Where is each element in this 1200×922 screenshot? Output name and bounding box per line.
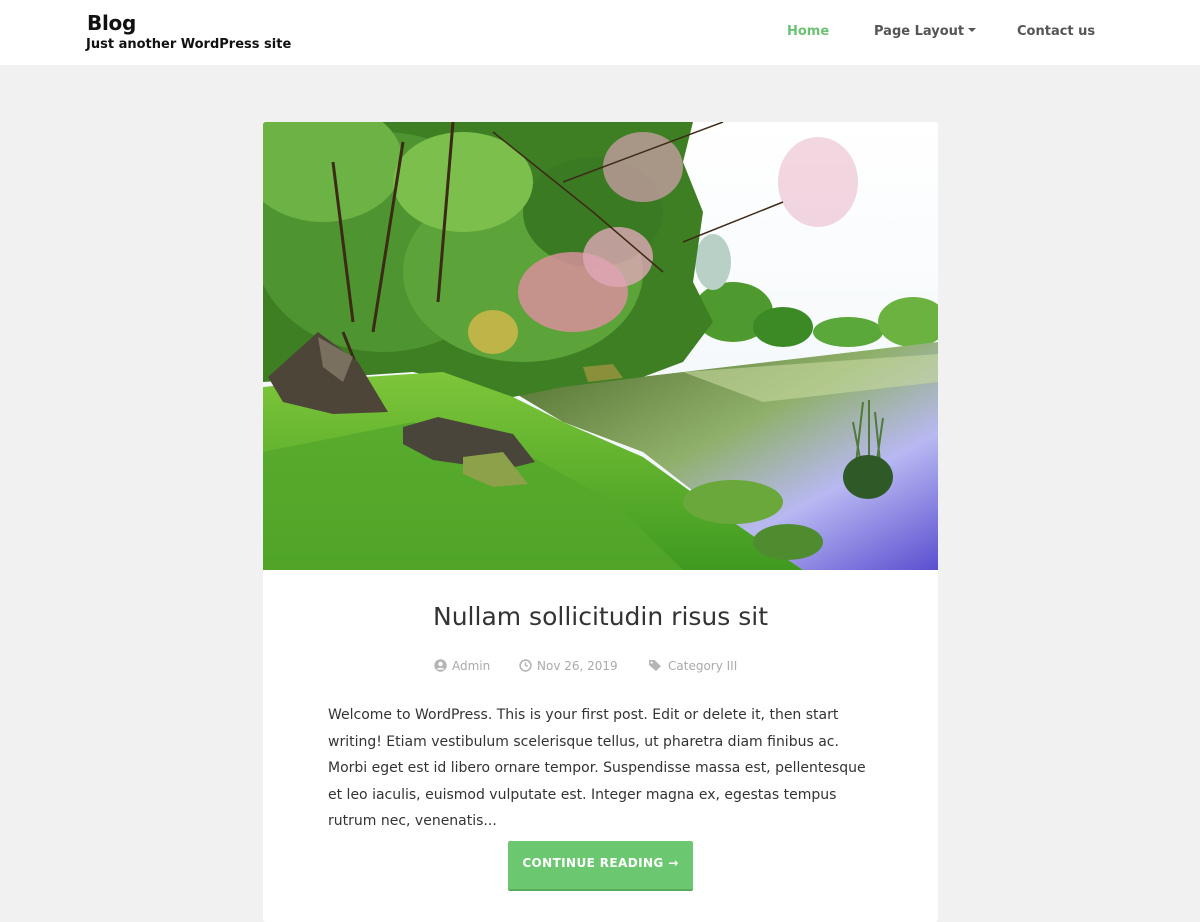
post-category-label: Category III [668,659,738,673]
caret-down-icon [968,27,977,32]
nav-item-home[interactable]: Home [787,24,829,42]
post-card: Nullam sollicitudin risus sit Admin Nov … [263,122,938,922]
nav-item-label: Contact us [1017,24,1096,39]
clock-icon [519,659,532,672]
post-category[interactable]: Category III [648,659,737,673]
post-author[interactable]: Admin [434,659,490,673]
post-date[interactable]: Nov 26, 2019 [519,659,618,673]
continue-reading-button[interactable]: CONTINUE READING → [508,841,693,891]
post-author-label: Admin [452,659,491,673]
tag-icon [649,660,661,671]
user-icon [434,659,447,672]
post-featured-image[interactable] [263,122,938,570]
site-tagline: Just another WordPress site [86,37,292,52]
nav-item-label: Page Layout [874,24,965,39]
nav-item-label: Home [787,24,830,39]
nav-item-page-layout[interactable]: Page Layout [874,24,977,42]
site-header: Blog Just another WordPress site Home Pa… [0,0,1200,65]
post-date-label: Nov 26, 2019 [537,659,618,673]
site-title[interactable]: Blog [87,11,136,35]
nav-item-contact[interactable]: Contact us [1017,24,1095,42]
post-excerpt: Welcome to WordPress. This is your first… [328,707,866,829]
post-title[interactable]: Nullam sollicitudin risus sit [263,602,938,632]
